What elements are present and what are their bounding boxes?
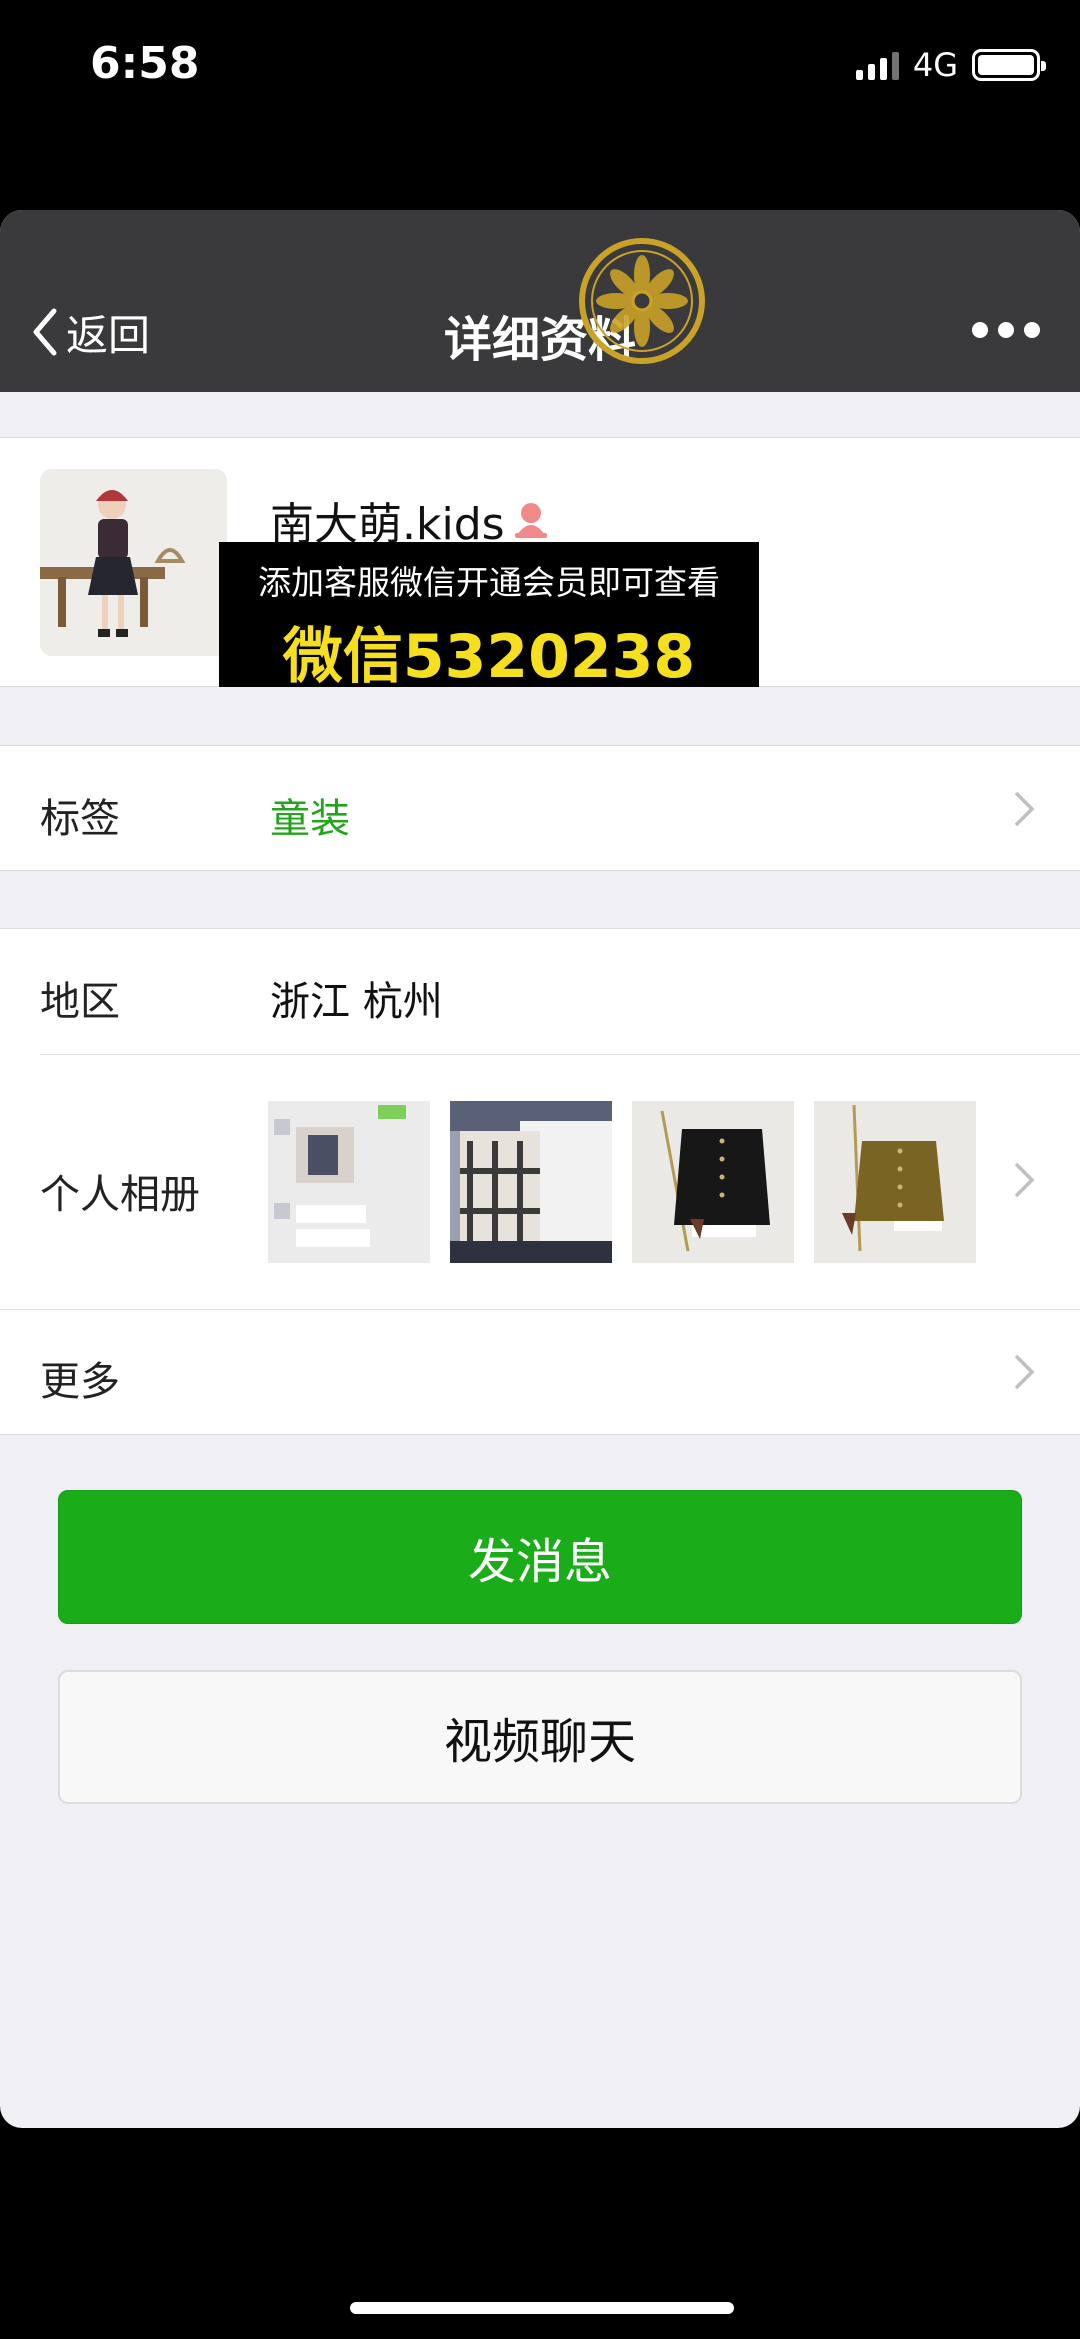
avatar[interactable] [40, 469, 227, 656]
page-title: 详细资料 [443, 312, 636, 368]
promo-line-2: 微信5320238 [282, 622, 696, 692]
send-message-button[interactable]: 发消息 [58, 1490, 1022, 1624]
battery-icon [972, 49, 1046, 81]
album-label: 个人相册 [40, 1172, 200, 1218]
region-value: 浙江 杭州 [270, 979, 443, 1025]
tag-value: 童装 [270, 796, 350, 842]
home-indicator[interactable] [350, 2302, 734, 2314]
female-icon [514, 503, 547, 538]
status-time: 6:58 [90, 38, 200, 89]
more-dot [1024, 322, 1040, 338]
album-row[interactable]: 个人相册 [0, 1054, 1080, 1309]
status-bar: 6:58 4G [0, 0, 1080, 130]
promo-line-1: 添加客服微信开通会员即可查看 [258, 563, 720, 602]
signal-icon [855, 50, 899, 80]
more-dot [998, 322, 1014, 338]
chevron-right-icon [1014, 1162, 1035, 1198]
album-photo-4[interactable] [814, 1101, 976, 1263]
tag-label: 标签 [40, 796, 120, 842]
album-thumbnails [268, 1101, 976, 1263]
flower-watermark-logo [579, 238, 705, 364]
info-card: 地区 浙江 杭州 个人相册 更多 [0, 928, 1080, 1435]
profile-screen: 返回 详细资料 南大萌.kids 标签 童装 地区 浙江 杭州 个人相册 更多 … [0, 210, 1080, 2128]
video-call-button[interactable]: 视频聊天 [58, 1670, 1022, 1804]
more-button[interactable] [972, 322, 1040, 338]
region-label: 地区 [40, 979, 120, 1025]
promo-banner: 添加客服微信开通会员即可查看 微信5320238 [219, 542, 759, 692]
more-dot [972, 322, 988, 338]
more-row[interactable]: 更多 [0, 1309, 1080, 1436]
album-photo-1[interactable] [268, 1101, 430, 1263]
album-photo-2[interactable] [450, 1101, 612, 1263]
chevron-right-icon [1014, 1354, 1035, 1390]
chevron-right-icon [1014, 791, 1035, 827]
status-icons: 4G [855, 46, 1046, 84]
tag-row[interactable]: 标签 童装 [0, 745, 1080, 871]
network-type: 4G [912, 46, 958, 84]
album-photo-3[interactable] [632, 1101, 794, 1263]
navigation-bar: 返回 详细资料 [0, 210, 1080, 392]
region-row: 地区 浙江 杭州 [0, 929, 1080, 1054]
more-label: 更多 [40, 1359, 120, 1405]
avatar-photo [40, 469, 227, 656]
